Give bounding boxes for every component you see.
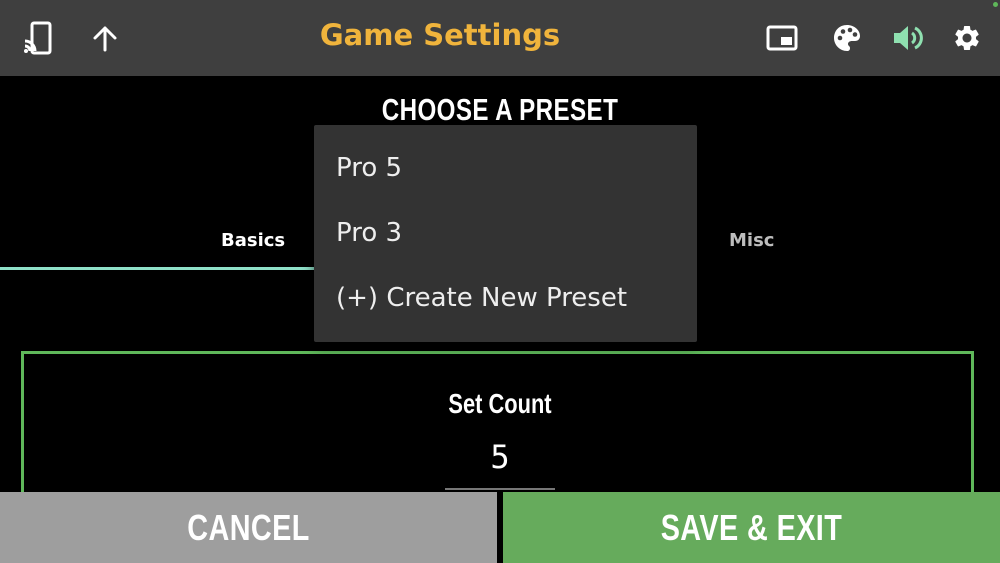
- create-new-preset-option[interactable]: (+) Create New Preset: [336, 283, 627, 313]
- preset-option-pro-5[interactable]: Pro 5: [336, 153, 402, 183]
- tab-misc[interactable]: Misc: [729, 230, 774, 251]
- preset-dropdown-menu: Pro 5 Pro 3 (+) Create New Preset: [314, 125, 697, 342]
- status-indicator: [993, 2, 998, 7]
- volume-icon[interactable]: [889, 20, 925, 56]
- set-count-card: [21, 351, 974, 511]
- preset-heading: CHOOSE A PRESET: [381, 92, 619, 127]
- set-count-label: Set Count: [448, 388, 552, 419]
- set-count-underline: [445, 488, 555, 490]
- save-exit-button-label: SAVE & EXIT: [660, 506, 843, 548]
- gear-icon[interactable]: [949, 20, 985, 56]
- palette-icon[interactable]: [829, 20, 865, 56]
- cancel-button[interactable]: CANCEL: [0, 492, 497, 563]
- page-title: Game Settings: [319, 18, 561, 52]
- picture-in-picture-icon[interactable]: [764, 20, 800, 56]
- tab-basics[interactable]: Basics: [221, 230, 285, 251]
- cast-icon[interactable]: [20, 20, 56, 56]
- cancel-button-label: CANCEL: [187, 506, 310, 548]
- active-tab-indicator: [0, 267, 316, 270]
- preset-option-pro-3[interactable]: Pro 3: [336, 218, 402, 248]
- set-count-input[interactable]: 5: [0, 438, 1000, 476]
- arrow-up-icon[interactable]: [87, 20, 123, 56]
- save-exit-button[interactable]: SAVE & EXIT: [503, 492, 1000, 563]
- top-app-bar: Game Settings: [0, 0, 1000, 76]
